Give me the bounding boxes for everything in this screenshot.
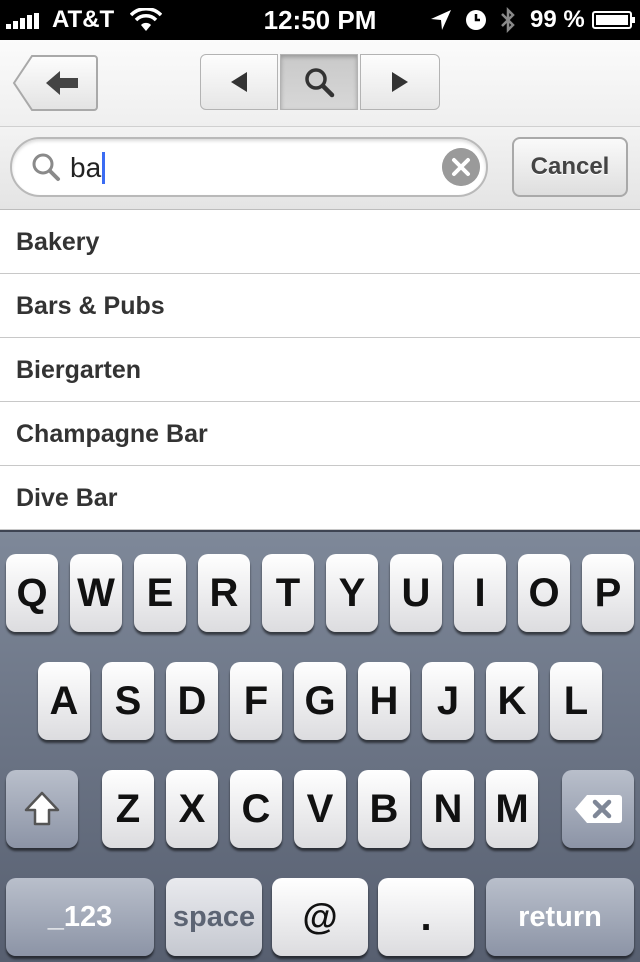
key-b[interactable]: B xyxy=(358,770,410,848)
shift-key[interactable] xyxy=(6,770,78,848)
back-button[interactable] xyxy=(12,54,98,112)
status-bar: AT&T 12:50 PM 99 % xyxy=(0,0,640,40)
key-l[interactable]: L xyxy=(550,662,602,740)
key-p[interactable]: P xyxy=(582,554,634,632)
key-g[interactable]: G xyxy=(294,662,346,740)
alarm-icon xyxy=(466,10,486,30)
delete-key[interactable] xyxy=(562,770,634,848)
key-w[interactable]: W xyxy=(70,554,122,632)
previous-button[interactable] xyxy=(200,54,278,110)
space-key[interactable]: space xyxy=(166,878,262,956)
next-button[interactable] xyxy=(360,54,440,110)
next-icon xyxy=(392,72,408,92)
key-n[interactable]: N xyxy=(422,770,474,848)
key-j[interactable]: J xyxy=(422,662,474,740)
cancel-button[interactable]: Cancel xyxy=(512,137,628,197)
key-x[interactable]: X xyxy=(166,770,218,848)
prev-icon xyxy=(231,72,247,92)
key-c[interactable]: C xyxy=(230,770,282,848)
search-input[interactable]: ba xyxy=(10,137,488,197)
result-item-bars-pubs[interactable]: Bars & Pubs xyxy=(0,274,640,338)
search-query: ba xyxy=(70,152,102,183)
shift-icon xyxy=(24,791,60,826)
search-input-text: ba xyxy=(70,152,106,184)
search-bar: ba Cancel xyxy=(0,127,640,210)
delete-icon xyxy=(575,795,622,823)
key-y[interactable]: Y xyxy=(326,554,378,632)
key-t[interactable]: T xyxy=(262,554,314,632)
key-d[interactable]: D xyxy=(166,662,218,740)
key-a[interactable]: A xyxy=(38,662,90,740)
battery-icon xyxy=(592,11,635,29)
dot-key[interactable]: . xyxy=(378,878,474,956)
key-h[interactable]: H xyxy=(358,662,410,740)
key-v[interactable]: V xyxy=(294,770,346,848)
key-f[interactable]: F xyxy=(230,662,282,740)
key-k[interactable]: K xyxy=(486,662,538,740)
key-s[interactable]: S xyxy=(102,662,154,740)
key-r[interactable]: R xyxy=(198,554,250,632)
key-i[interactable]: I xyxy=(454,554,506,632)
result-item-biergarten[interactable]: Biergarten xyxy=(0,338,640,402)
return-key[interactable]: return xyxy=(486,878,634,956)
result-item-bakery[interactable]: Bakery xyxy=(0,210,640,274)
navigation-bar xyxy=(0,40,640,127)
magnifier-icon xyxy=(32,153,60,181)
battery-percent: 99 % xyxy=(530,6,585,33)
search-segment-button[interactable] xyxy=(280,54,358,110)
numbers-key[interactable]: _123 xyxy=(6,878,154,956)
key-u[interactable]: U xyxy=(390,554,442,632)
key-z[interactable]: Z xyxy=(102,770,154,848)
bluetooth-icon xyxy=(501,6,515,34)
key-q[interactable]: Q xyxy=(6,554,58,632)
clear-text-icon[interactable] xyxy=(442,148,480,186)
at-key[interactable]: @ xyxy=(272,878,368,956)
key-e[interactable]: E xyxy=(134,554,186,632)
text-caret xyxy=(102,152,106,184)
key-m[interactable]: M xyxy=(486,770,538,848)
key-o[interactable]: O xyxy=(518,554,570,632)
location-icon xyxy=(431,10,451,30)
result-item-dive-bar[interactable]: Dive Bar xyxy=(0,466,640,530)
result-item-champagne-bar[interactable]: Champagne Bar xyxy=(0,402,640,466)
keyboard: Q W E R T Y U I O P A S D F G H J K L Z … xyxy=(0,530,640,962)
search-icon xyxy=(305,68,335,98)
search-results-list: Bakery Bars & Pubs Biergarten Champagne … xyxy=(0,210,640,530)
